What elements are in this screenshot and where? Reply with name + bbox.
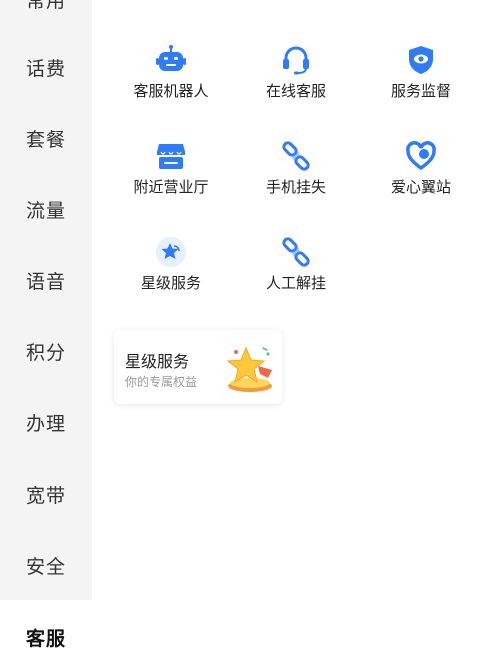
link-broken-icon	[282, 237, 310, 267]
star-card-subtitle: 你的专属权益	[125, 375, 198, 389]
sidebar-item-voice[interactable]: 语音	[0, 267, 92, 294]
store-icon	[157, 144, 185, 169]
sidebar-item-common[interactable]: 常用	[0, 0, 92, 13]
service-label: 客服机器人	[133, 82, 209, 100]
star-badge-icon	[156, 237, 186, 267]
service-label: 人工解挂	[265, 274, 326, 292]
sidebar-item-broadband[interactable]: 宽带	[0, 481, 92, 508]
sidebar-item-customer-service[interactable]: 客服	[0, 600, 92, 666]
sidebar-item-phone-bill[interactable]: 话费	[0, 54, 92, 81]
sidebar-active-label: 客服	[25, 628, 66, 650]
star-service-card[interactable]: 星级服务 你的专属权益	[114, 330, 282, 404]
service-label: 服务监督	[390, 82, 451, 100]
shield-eye-icon	[409, 46, 433, 74]
headset-icon	[283, 46, 309, 75]
robot-icon	[156, 45, 186, 71]
link-broken-icon	[282, 141, 310, 171]
service-label: 星级服务	[140, 274, 201, 292]
service-label: 在线客服	[265, 82, 326, 100]
trophy-star-icon	[226, 346, 272, 392]
category-sidebar: 常用 话费 套餐 流量 语音 积分 办理 宽带 安全	[0, 0, 92, 600]
sidebar-item-security[interactable]: 安全	[0, 552, 92, 579]
service-label: 爱心翼站	[390, 178, 451, 196]
heart-icon	[406, 141, 436, 171]
service-label: 手机挂失	[265, 178, 326, 196]
service-label: 附近营业厅	[133, 178, 209, 196]
sidebar-item-points[interactable]: 积分	[0, 338, 92, 365]
sidebar-item-apply[interactable]: 办理	[0, 409, 92, 436]
sidebar-item-data[interactable]: 流量	[0, 196, 92, 223]
sidebar-item-plans[interactable]: 套餐	[0, 125, 92, 152]
star-card-title: 星级服务	[125, 352, 190, 371]
